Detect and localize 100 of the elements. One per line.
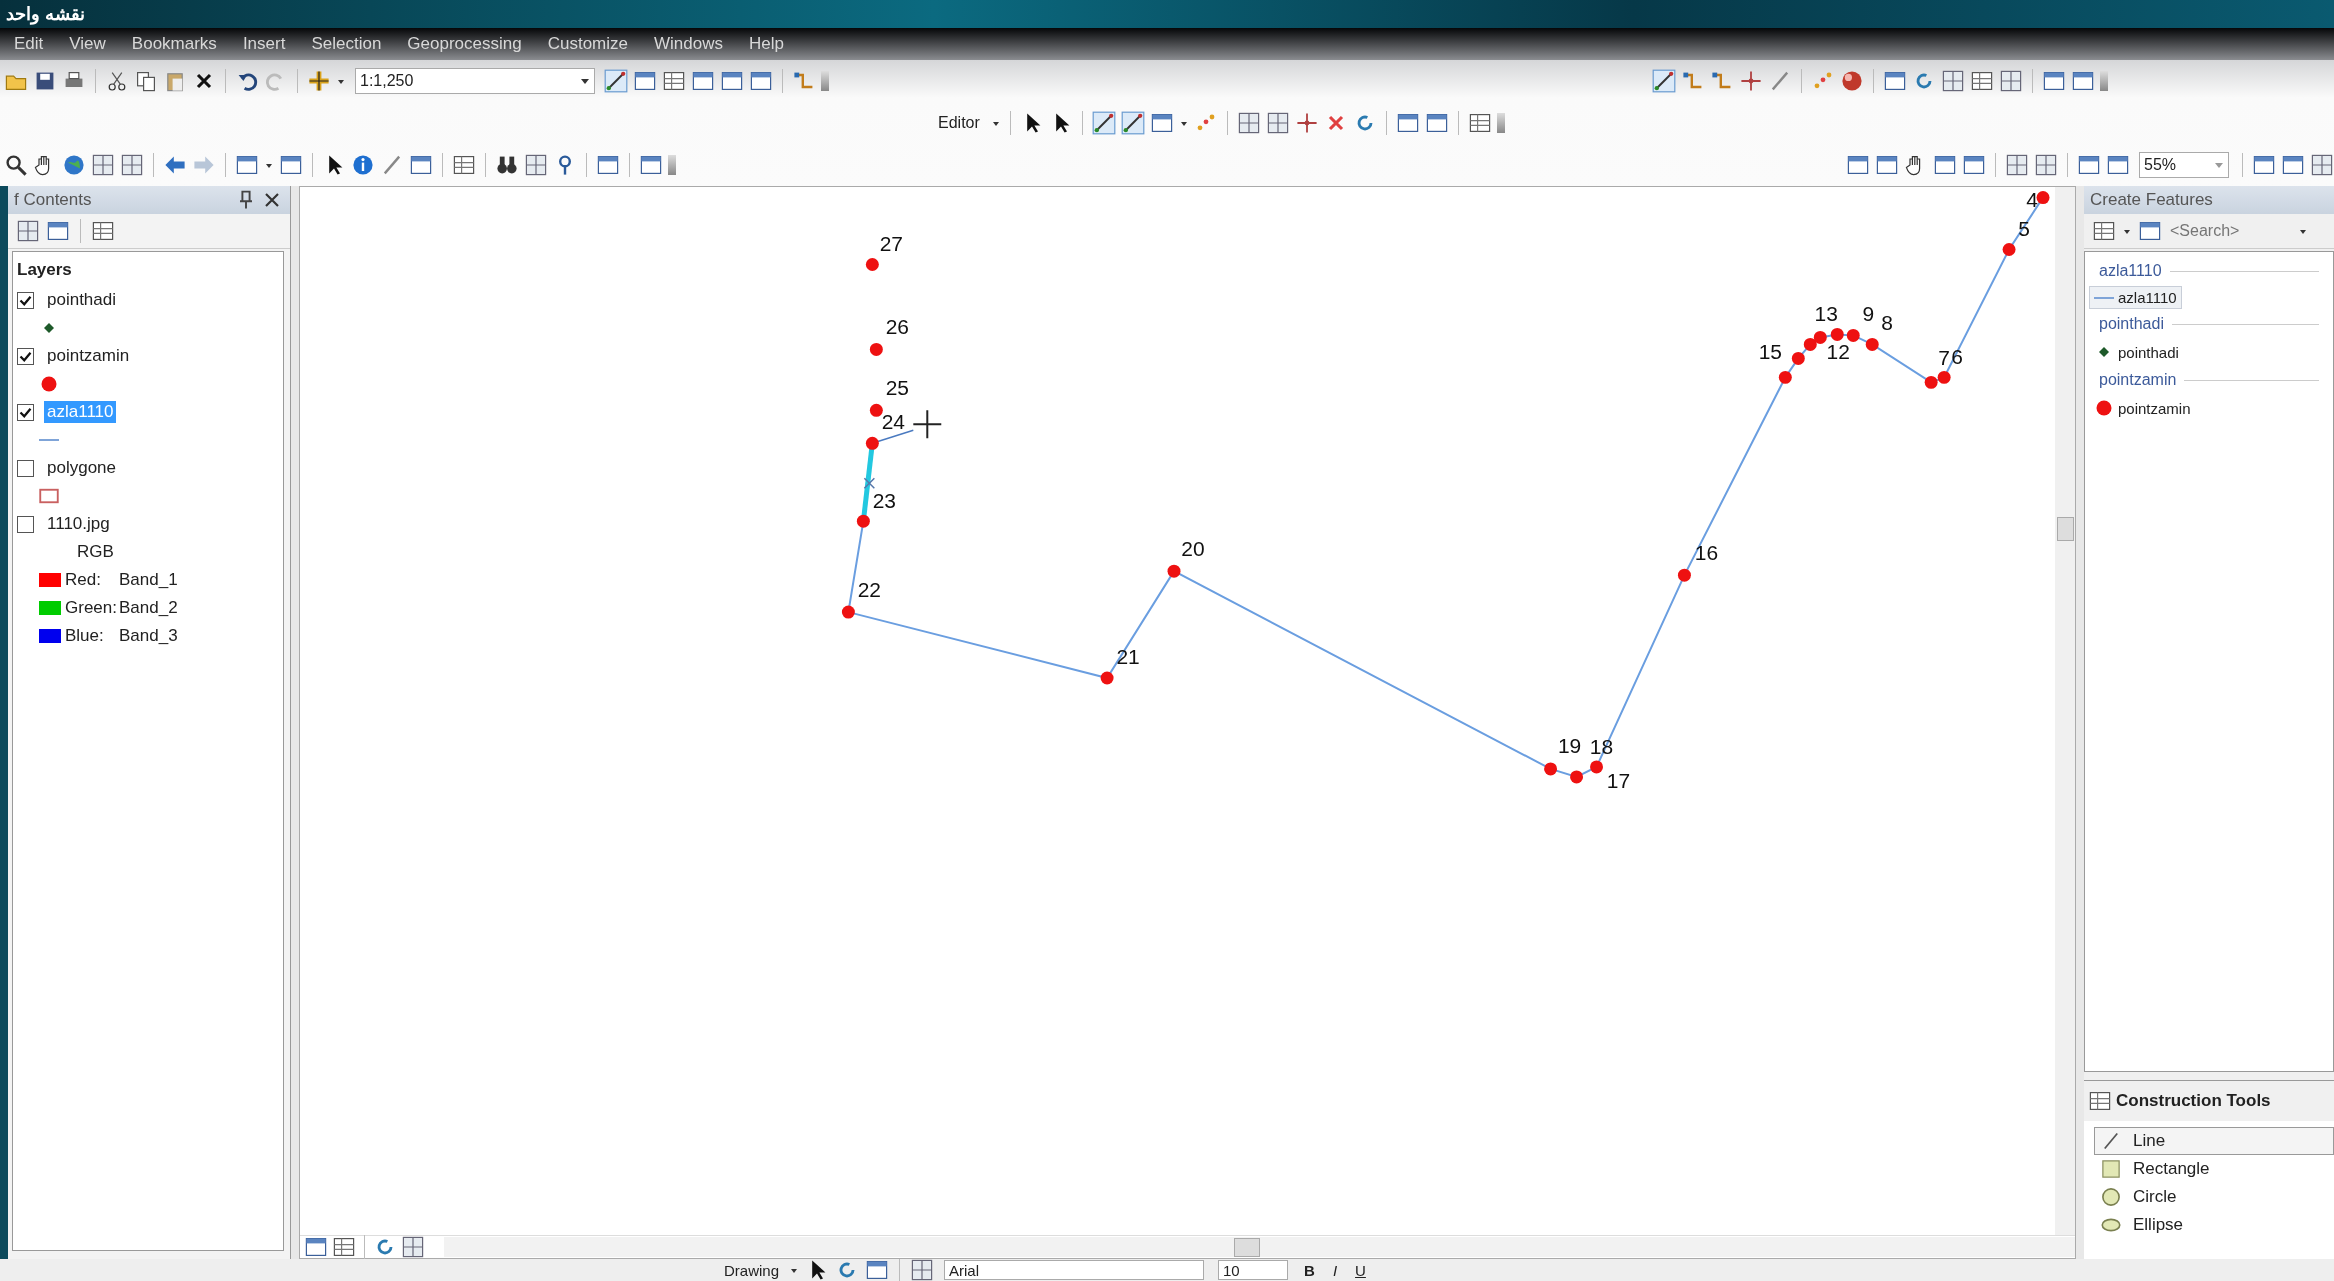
grid-icon[interactable] xyxy=(2034,153,2058,177)
table-icon[interactable] xyxy=(2092,219,2116,243)
globe-icon[interactable] xyxy=(62,153,86,177)
window-icon[interactable] xyxy=(1424,111,1449,135)
window-icon[interactable] xyxy=(2071,69,2095,93)
menu-item[interactable]: Bookmarks xyxy=(131,34,217,54)
window-icon[interactable] xyxy=(1883,69,1907,93)
window-icon[interactable] xyxy=(304,1235,328,1259)
grid-icon[interactable] xyxy=(524,153,548,177)
layers-root[interactable]: Layers xyxy=(17,260,279,286)
vertical-scrollbar[interactable] xyxy=(2055,187,2075,1235)
layer-checkbox[interactable] xyxy=(17,403,34,421)
window-icon[interactable] xyxy=(1846,153,1870,177)
window-icon[interactable] xyxy=(409,153,433,177)
caret-icon[interactable] xyxy=(580,76,590,86)
menu-item[interactable]: Insert xyxy=(242,34,286,54)
construction-tool[interactable]: Rectangle xyxy=(2094,1155,2334,1183)
menu-item[interactable]: View xyxy=(69,34,106,54)
plus-icon[interactable] xyxy=(307,69,331,93)
grid-icon[interactable] xyxy=(2310,153,2334,177)
grid-icon[interactable] xyxy=(120,153,144,177)
line-vertex-icon[interactable] xyxy=(1120,111,1145,135)
construction-tool[interactable]: Ellipse xyxy=(2094,1211,2334,1239)
grid-icon[interactable] xyxy=(91,153,115,177)
layer-name[interactable]: 1110.jpg xyxy=(44,513,113,535)
window-icon[interactable] xyxy=(2281,153,2305,177)
window-icon[interactable] xyxy=(46,219,70,243)
window-icon[interactable] xyxy=(749,69,773,93)
table-icon[interactable] xyxy=(1467,111,1492,135)
table-icon[interactable] xyxy=(2088,1089,2112,1113)
window-icon[interactable] xyxy=(865,1259,890,1281)
zoom-field[interactable]: 55% xyxy=(2139,152,2229,178)
menu-item[interactable]: Geoprocessing xyxy=(407,34,522,54)
text-style-button[interactable]: B xyxy=(1298,1261,1321,1279)
grid-icon[interactable] xyxy=(1265,111,1290,135)
font-field[interactable]: Arial xyxy=(944,1260,1205,1280)
table-icon[interactable] xyxy=(452,153,476,177)
drawing-menu-button[interactable]: Drawing xyxy=(720,1261,784,1279)
window-icon[interactable] xyxy=(1395,111,1420,135)
window-icon[interactable] xyxy=(691,69,715,93)
feature-template[interactable]: pointhadi xyxy=(2089,339,2184,365)
menu-item[interactable]: Help xyxy=(748,34,784,54)
scale-field[interactable]: 1:1,250 xyxy=(355,68,595,94)
line-vertex-icon[interactable] xyxy=(1652,69,1676,93)
table-icon[interactable] xyxy=(91,219,115,243)
window-icon[interactable] xyxy=(639,153,663,177)
text-style-button[interactable]: U xyxy=(1349,1261,1372,1279)
toolbar-options-icon[interactable] xyxy=(1496,113,1505,133)
window-icon[interactable] xyxy=(2077,153,2101,177)
window-icon[interactable] xyxy=(2106,153,2130,177)
feature-template[interactable]: azla1110 xyxy=(2089,286,2182,309)
grid-icon[interactable] xyxy=(1941,69,1965,93)
window-icon[interactable] xyxy=(633,69,657,93)
construction-tool[interactable]: Circle xyxy=(2094,1183,2334,1211)
layer-checkbox[interactable] xyxy=(17,347,34,365)
layer-checkbox[interactable] xyxy=(17,515,34,533)
menu-item[interactable]: Windows xyxy=(654,34,723,54)
line-vertex-icon[interactable] xyxy=(604,69,628,93)
grid-icon[interactable] xyxy=(910,1259,935,1281)
editor-menu-button[interactable]: Editor xyxy=(932,112,986,134)
window-icon[interactable] xyxy=(596,153,620,177)
grid-icon[interactable] xyxy=(1236,111,1261,135)
line-vertex-icon[interactable] xyxy=(1091,111,1116,135)
table-icon[interactable] xyxy=(1970,69,1994,93)
menu-item[interactable]: Edit xyxy=(14,34,44,54)
sphere-icon[interactable] xyxy=(1840,69,1864,93)
window-icon[interactable] xyxy=(2252,153,2276,177)
construction-tool[interactable]: Line xyxy=(2094,1127,2334,1155)
layer-name[interactable]: pointhadi xyxy=(44,289,119,311)
grid-icon[interactable] xyxy=(401,1235,425,1259)
menu-item[interactable]: Customize xyxy=(547,34,628,54)
crosshair-icon[interactable] xyxy=(1294,111,1319,135)
layer-name[interactable]: polygone xyxy=(44,457,119,479)
window-icon[interactable] xyxy=(720,69,744,93)
window-icon[interactable] xyxy=(1875,153,1899,177)
feature-template[interactable]: pointzamin xyxy=(2089,395,2196,421)
table-icon[interactable] xyxy=(332,1235,356,1259)
search-field[interactable]: <Search> xyxy=(2168,221,2292,241)
table-icon[interactable] xyxy=(662,69,686,93)
grid-icon[interactable] xyxy=(16,219,40,243)
window-icon[interactable] xyxy=(279,153,303,177)
font-size-field[interactable]: 10 xyxy=(1218,1260,1289,1280)
layer-name[interactable]: pointzamin xyxy=(44,345,133,367)
menu-item[interactable]: Selection xyxy=(311,34,382,54)
window-icon[interactable] xyxy=(1933,153,1957,177)
search-icon[interactable] xyxy=(4,153,28,177)
band-value: Band_2 xyxy=(119,598,178,618)
layer-checkbox[interactable] xyxy=(17,459,34,477)
copy-icon[interactable] xyxy=(134,69,158,93)
crosshair-icon[interactable] xyxy=(1739,69,1763,93)
window-icon[interactable] xyxy=(1149,111,1174,135)
text-style-button[interactable]: I xyxy=(1326,1261,1344,1279)
window-icon[interactable] xyxy=(1962,153,1986,177)
grid-icon[interactable] xyxy=(2005,153,2029,177)
window-icon[interactable] xyxy=(2138,219,2162,243)
info-icon[interactable] xyxy=(351,153,375,177)
layer-checkbox[interactable] xyxy=(17,291,34,309)
window-icon[interactable] xyxy=(235,153,259,177)
grid-icon[interactable] xyxy=(1999,69,2023,93)
window-icon[interactable] xyxy=(2042,69,2066,93)
